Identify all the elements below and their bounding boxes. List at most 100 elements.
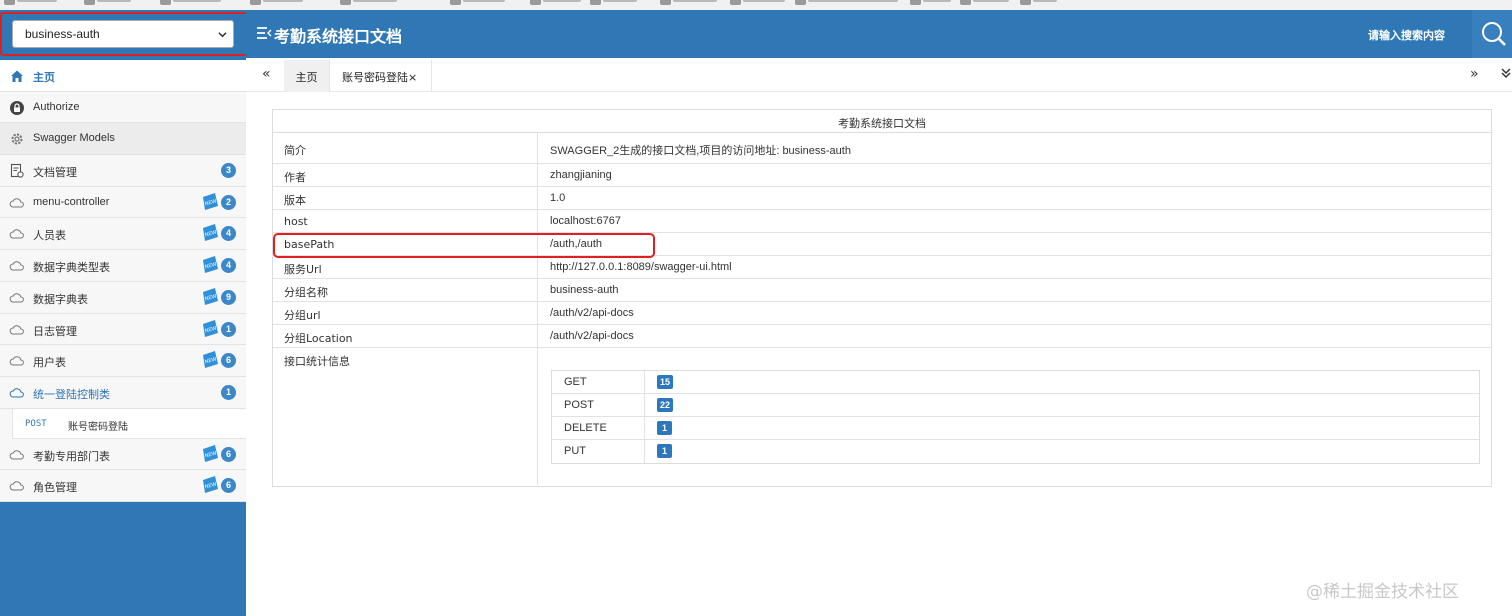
count-badge: 15 (657, 375, 674, 389)
row-key: 分组url (273, 302, 538, 324)
menu-toggle-icon[interactable] (256, 26, 272, 40)
sidebar-item-login-controller[interactable]: 统一登陆控制类 1 (0, 376, 246, 409)
table-row: 简介 SWAGGER_2生成的接口文档,项目的访问地址: business-au… (273, 133, 1491, 164)
row-value: SWAGGER_2生成的接口文档,项目的访问地址: business-auth (550, 145, 851, 157)
stats-row: GET 15 (552, 371, 1479, 394)
group-select-wrapper: business-auth (0, 10, 246, 58)
sidebar-item-user-table[interactable]: 用户表 NEW 6 (0, 345, 246, 377)
method-stats-table: GET 15 POST 22 DELETE 1 PUT 1 (551, 370, 1480, 464)
table-row: host localhost:6767 (273, 210, 1491, 233)
sidebar-item-menu-controller[interactable]: menu-controller NEW 2 (0, 186, 246, 219)
row-key: 简介 (273, 133, 538, 163)
bookmarks-bar (0, 0, 1512, 10)
cloud-icon (9, 198, 24, 208)
sidebar-item-label: 日志管理 (33, 325, 77, 338)
search-button[interactable] (1472, 10, 1512, 58)
sidebar-item-authorize[interactable]: Authorize (0, 91, 246, 124)
sidebar-item-label: 数据字典类型表 (33, 262, 110, 275)
tabs-scroll-right-icon[interactable]: » (1470, 66, 1479, 82)
count-badge: 4 (221, 258, 236, 274)
search-input[interactable]: 请输入搜索内容 (1368, 27, 1445, 43)
chevron-down-icon (218, 32, 227, 38)
method-name: POST (564, 399, 594, 411)
row-key: 版本 (273, 187, 538, 209)
count-badge: 22 (657, 398, 674, 412)
count-badge: 9 (221, 289, 236, 305)
row-value: /auth/v2/api-docs (550, 307, 634, 319)
sidebar-item-dict-type-table[interactable]: 数据字典类型表 NEW 4 (0, 250, 246, 282)
cloud-icon (9, 481, 24, 491)
tabs-menu-icon[interactable] (1500, 65, 1512, 81)
count-badge: 1 (657, 421, 672, 435)
tab-home[interactable]: 主页 (284, 60, 330, 92)
sidebar-menu: 主页 Authorize Swagger Models 文档管理 3 menu-… (0, 60, 246, 502)
count-badge: 1 (657, 444, 672, 458)
sidebar-item-label: 数据字典表 (33, 293, 88, 306)
stats-row: POST 22 (552, 394, 1479, 417)
row-value: business-auth (550, 284, 619, 296)
page-title: 考勤系统接口文档 (274, 27, 403, 46)
row-value: http://127.0.0.1:8089/swagger-ui.html (550, 261, 732, 273)
cloud-icon (9, 324, 24, 334)
method-name: DELETE (564, 422, 607, 434)
table-row: 服务Url http://127.0.0.1:8089/swagger-ui.h… (273, 256, 1491, 279)
group-select[interactable]: business-auth (12, 20, 234, 48)
sidebar-item-label: 考勤专用部门表 (33, 450, 110, 463)
sidebar-subitem-password-login[interactable]: POST 账号密码登陆 (12, 408, 246, 439)
sidebar-item-label: 主页 (33, 72, 55, 84)
sidebar-item-role-management[interactable]: 角色管理 NEW 6 (0, 470, 246, 502)
cloud-icon (9, 261, 24, 271)
row-value: localhost:6767 (550, 215, 621, 227)
tab-bar: « 主页 账号密码登陆× » (246, 58, 1512, 92)
tab-label: 账号密码登陆 (342, 71, 408, 84)
cloud-icon (9, 356, 24, 366)
tabs-scroll-left-icon[interactable]: « (262, 66, 271, 82)
new-badge-icon: NEW (203, 476, 218, 494)
row-key: 分组Location (273, 325, 538, 347)
sidebar-item-swagger-models[interactable]: Swagger Models (0, 123, 246, 156)
tab-password-login[interactable]: 账号密码登陆× (336, 60, 432, 92)
row-value: /auth/v2/api-docs (550, 330, 634, 342)
table-row: basePath /auth,/auth (273, 233, 1491, 256)
count-badge: 4 (221, 226, 236, 242)
stats-row: PUT 1 (552, 440, 1479, 463)
column-divider (644, 371, 645, 394)
sidebar-item-label: 文档管理 (33, 167, 77, 180)
gear-icon (11, 133, 23, 145)
sidebar-item-dict-table[interactable]: 数据字典表 NEW 9 (0, 281, 246, 314)
new-badge-icon: NEW (203, 351, 218, 369)
sidebar-item-log-management[interactable]: 日志管理 NEW 1 (0, 313, 246, 346)
sidebar-item-label: Authorize (33, 100, 80, 113)
table-row: 版本 1.0 (273, 187, 1491, 210)
row-value: zhangjianing (550, 169, 612, 181)
search-icon (1482, 22, 1506, 46)
row-key: 服务Url (273, 256, 538, 278)
count-badge: 3 (221, 163, 236, 179)
row-key: 接口统计信息 (273, 348, 538, 485)
new-badge-icon: NEW (203, 319, 218, 337)
table-row: 分组url /auth/v2/api-docs (273, 302, 1491, 325)
row-key: 作者 (273, 164, 538, 186)
lock-icon (10, 100, 24, 115)
sidebar-item-home[interactable]: 主页 (0, 60, 246, 92)
sidebar-item-doc-management[interactable]: 文档管理 3 (0, 155, 246, 187)
tab-close-icon[interactable]: × (408, 71, 417, 84)
row-key: host (273, 210, 538, 232)
sidebar-item-attendance-dept-table[interactable]: 考勤专用部门表 NEW 6 (0, 438, 246, 471)
cloud-icon (9, 229, 24, 239)
new-badge-icon: NEW (203, 224, 218, 242)
column-divider (644, 440, 645, 463)
table-caption: 考勤系统接口文档 (273, 110, 1491, 133)
sidebar-item-label: Swagger Models (33, 132, 115, 145)
row-key: basePath (273, 233, 538, 255)
cloud-icon (9, 388, 24, 398)
api-info-table: 考勤系统接口文档 简介 SWAGGER_2生成的接口文档,项目的访问地址: bu… (272, 109, 1492, 487)
table-row: 分组Location /auth/v2/api-docs (273, 325, 1491, 348)
top-header: 考勤系统接口文档 请输入搜索内容 (246, 10, 1512, 58)
home-icon (11, 70, 23, 82)
sidebar-item-label: 人员表 (33, 230, 66, 243)
column-divider (644, 417, 645, 440)
table-row: 作者 zhangjianing (273, 164, 1491, 187)
cloud-icon (9, 293, 24, 303)
sidebar-item-person-table[interactable]: 人员表 NEW 4 (0, 218, 246, 251)
